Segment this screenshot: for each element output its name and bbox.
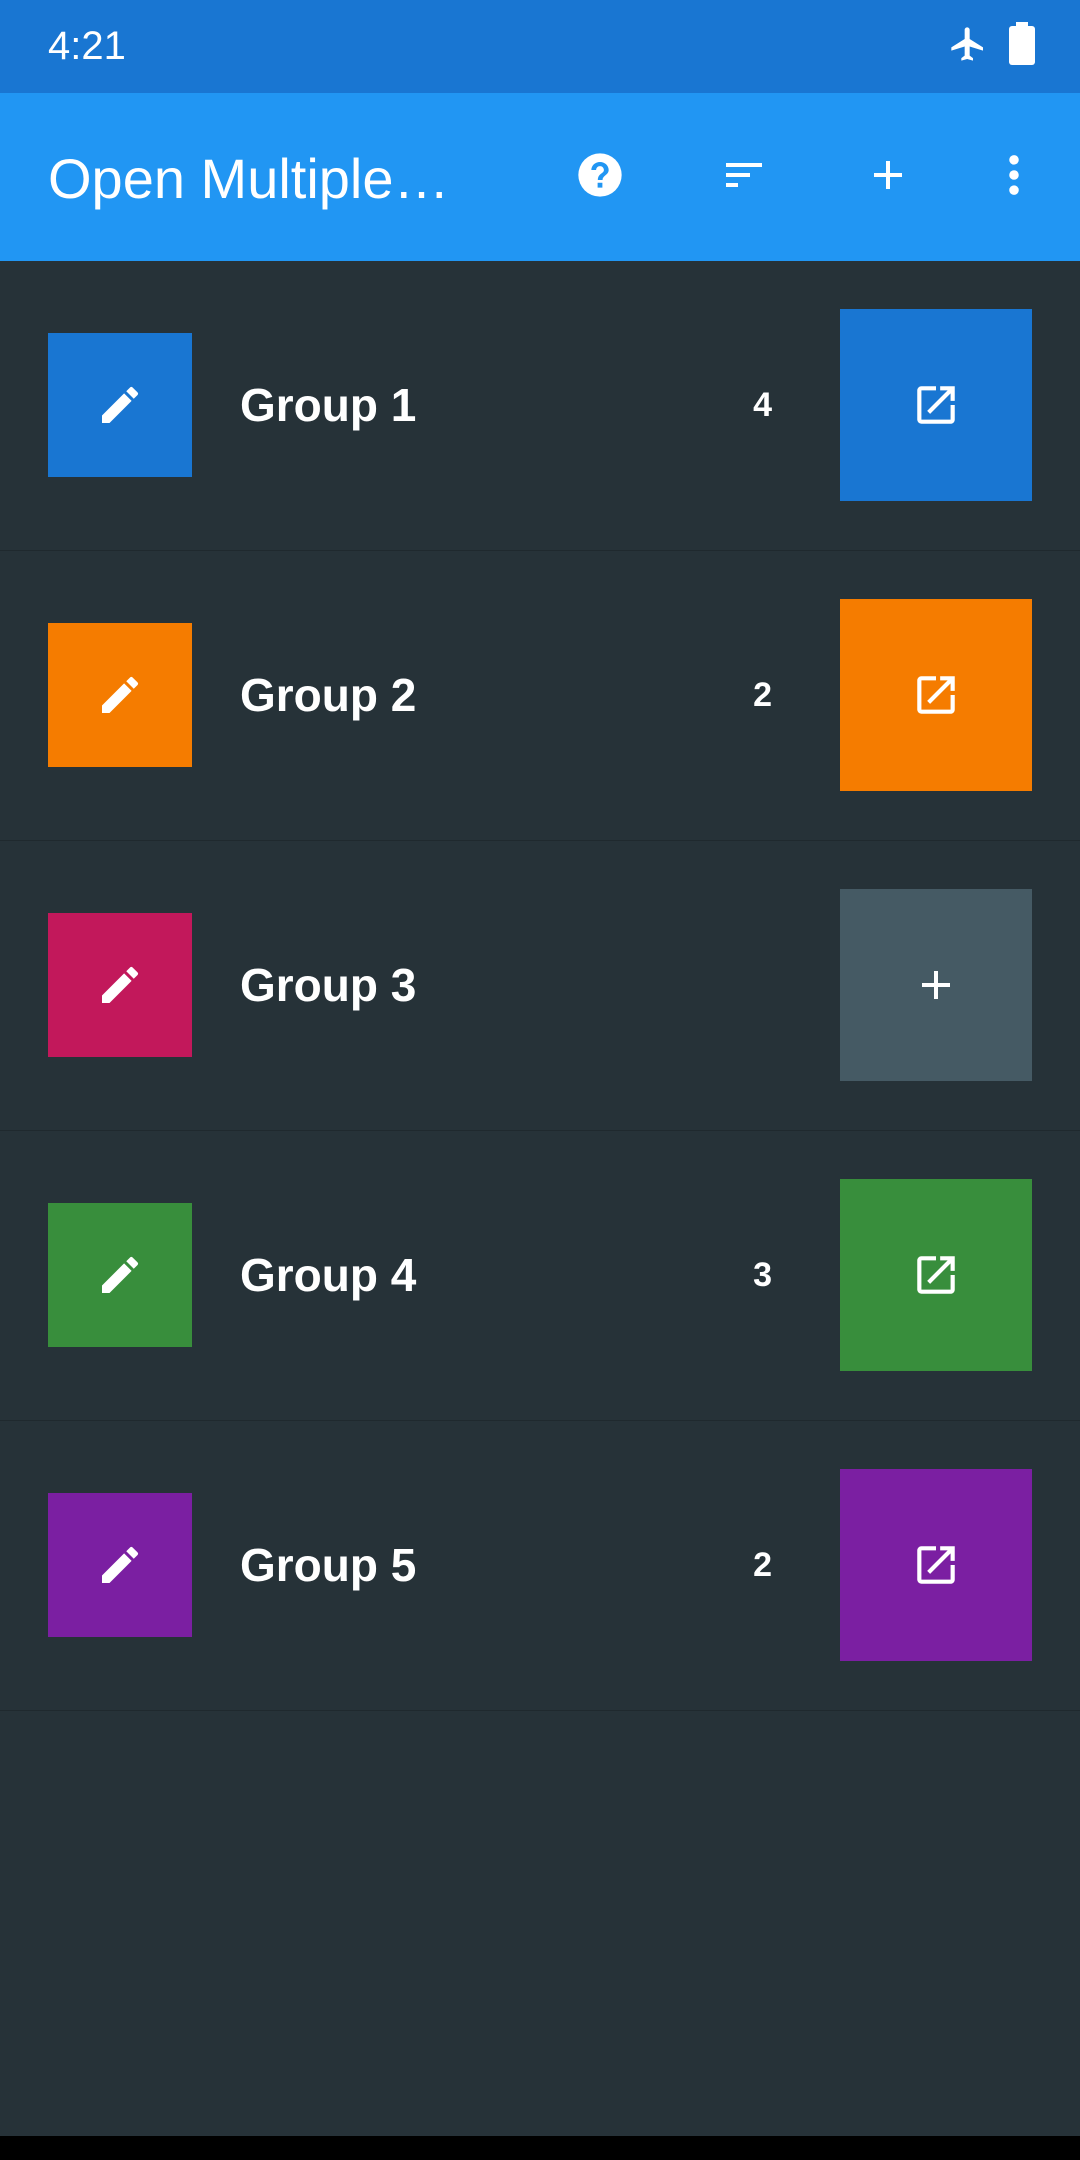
navigation-bar: [0, 2136, 1080, 2160]
edit-group-button[interactable]: [48, 1203, 192, 1347]
add-icon: [922, 971, 950, 999]
sort-icon: [720, 151, 768, 204]
airplane-mode-icon: [948, 24, 988, 69]
sort-button[interactable]: [700, 133, 788, 221]
open-group-button[interactable]: [840, 1179, 1032, 1371]
open-in-new-icon: [917, 676, 955, 714]
group-row-2[interactable]: Group 2 2: [0, 551, 1080, 841]
group-name: Group 4: [240, 1249, 417, 1301]
group-item-count: 2: [753, 676, 772, 714]
pencil-icon: [102, 966, 139, 1003]
pencil-icon: [102, 386, 139, 423]
open-group-button[interactable]: [840, 309, 1032, 501]
group-row-3[interactable]: Group 3: [0, 841, 1080, 1131]
add-group-button[interactable]: [844, 133, 932, 221]
open-in-new-icon: [917, 386, 955, 424]
battery-icon: [1008, 21, 1036, 71]
group-item-count: 4: [753, 386, 772, 424]
group-row-1[interactable]: Group 1 4: [0, 261, 1080, 551]
open-in-new-icon: [917, 1546, 955, 1584]
group-row-4[interactable]: Group 4 3: [0, 1131, 1080, 1421]
edit-group-button[interactable]: [48, 623, 192, 767]
status-time: 4:21: [48, 24, 126, 68]
edit-group-button[interactable]: [48, 913, 192, 1057]
more-vert-icon: [988, 149, 1040, 206]
add-to-group-button[interactable]: [840, 889, 1032, 1081]
group-list: Group 1 4 Group 2 2 Group 3 Group 4 3 Gr…: [0, 261, 1080, 1711]
help-button[interactable]: [556, 133, 644, 221]
group-name: Group 5: [240, 1539, 417, 1591]
open-group-button[interactable]: [840, 1469, 1032, 1661]
help-icon: [574, 149, 626, 206]
pencil-icon: [102, 1546, 139, 1583]
open-group-button[interactable]: [840, 599, 1032, 791]
status-icons: [948, 21, 1036, 71]
edit-group-button[interactable]: [48, 333, 192, 477]
app-bar: Open Multiple…: [0, 93, 1080, 261]
group-name: Group 1: [240, 379, 417, 431]
status-bar: 4:21: [0, 0, 1080, 93]
group-item-count: 2: [753, 1546, 772, 1584]
edit-group-button[interactable]: [48, 1493, 192, 1637]
more-options-button[interactable]: [970, 133, 1058, 221]
open-in-new-icon: [917, 1256, 955, 1294]
app-title: Open Multiple…: [48, 147, 450, 210]
group-row-5[interactable]: Group 5 2: [0, 1421, 1080, 1711]
group-name: Group 2: [240, 669, 417, 721]
pencil-icon: [102, 1256, 139, 1293]
pencil-icon: [102, 676, 139, 713]
group-item-count: 3: [753, 1256, 772, 1294]
group-name: Group 3: [240, 959, 417, 1011]
add-icon: [864, 151, 912, 204]
